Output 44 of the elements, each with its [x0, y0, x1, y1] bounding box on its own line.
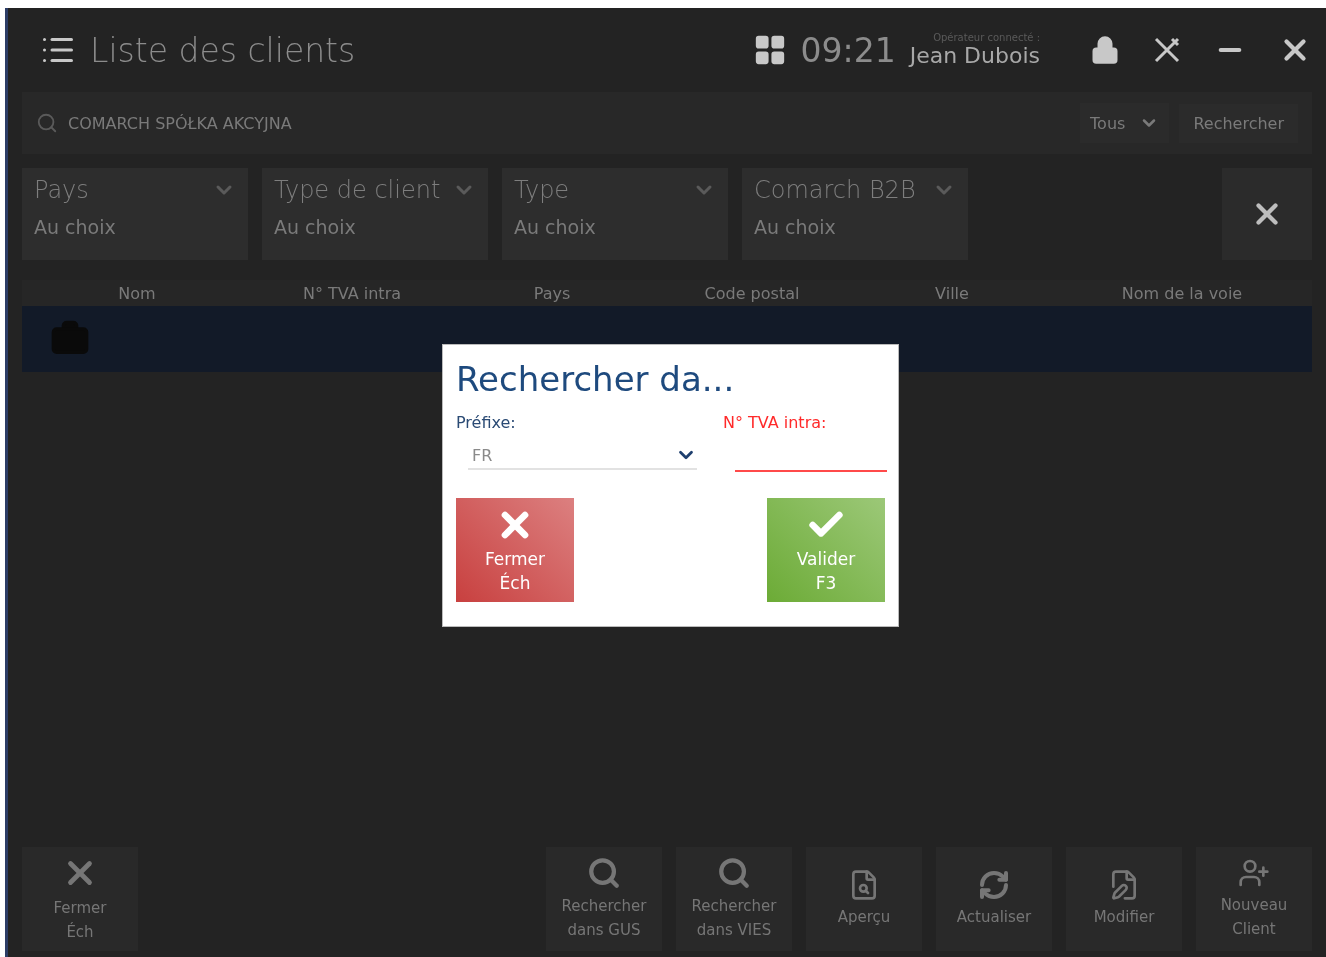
filter-value: Au choix — [274, 216, 357, 238]
confirm-button[interactable]: Valider F3 — [767, 498, 885, 602]
search-text: COMARCH SPÓŁKA AKCYJNA — [68, 113, 292, 133]
dialog-title: Rechercher da... — [456, 359, 736, 399]
search-icon — [587, 856, 621, 890]
filter-dropdown[interactable]: Pays Au choix — [22, 168, 248, 260]
clock-time: 09:21 — [800, 30, 896, 70]
filter-label: Pays — [34, 176, 89, 204]
clear-filters-button[interactable] — [1222, 168, 1312, 260]
search-button[interactable]: Rechercher dans VIES — [676, 847, 792, 951]
filter-label: Type de client — [274, 176, 441, 204]
column-header: N° TVA intra — [302, 283, 402, 303]
preview-button[interactable]: Aperçu — [806, 847, 922, 951]
filter-dropdown[interactable]: Type de client Au choix — [262, 168, 488, 260]
filter-value: Au choix — [514, 216, 597, 238]
filter-label: Comarch B2B — [754, 176, 916, 204]
column-header: Ville — [934, 283, 970, 303]
column-header: Nom de la voie — [1120, 283, 1244, 303]
refresh-icon — [978, 869, 1010, 901]
search-button[interactable]: Rechercher dans GUS — [546, 847, 662, 951]
filter-value: Au choix — [754, 216, 837, 238]
window-title: Liste des clients — [90, 30, 357, 70]
prefix-dropdown[interactable]: FR — [468, 442, 697, 470]
column-header: Code postal — [703, 283, 801, 303]
scope-text: Tous — [1090, 113, 1126, 133]
column-header: Nom — [117, 283, 157, 303]
refresh-button[interactable]: Actualiser — [936, 847, 1052, 951]
vat-label: N° TVA intra: — [723, 413, 828, 432]
close-button[interactable]: Fermer Éch — [22, 847, 138, 951]
user-add-icon — [1238, 857, 1270, 889]
search-icon — [717, 856, 751, 890]
operator-name: Jean Dubois — [909, 43, 1040, 68]
filter-dropdown[interactable]: Comarch B2B Au choix — [742, 168, 968, 260]
column-header: Pays — [532, 283, 572, 303]
filter-label: Type — [514, 176, 570, 204]
edit-button[interactable]: Modifier — [1066, 847, 1182, 951]
filter-dropdown[interactable]: Type Au choix — [502, 168, 728, 260]
search-icon — [36, 112, 58, 134]
prefix-label: Préfixe: — [456, 413, 517, 432]
close-button[interactable]: Fermer Éch — [456, 498, 574, 602]
search-field[interactable]: COMARCH SPÓŁKA AKCYJNA — [36, 112, 1071, 134]
new-client-button[interactable]: Nouveau Client — [1196, 847, 1312, 951]
prefix-value: FR — [472, 445, 493, 465]
filter-value: Au choix — [34, 216, 117, 238]
